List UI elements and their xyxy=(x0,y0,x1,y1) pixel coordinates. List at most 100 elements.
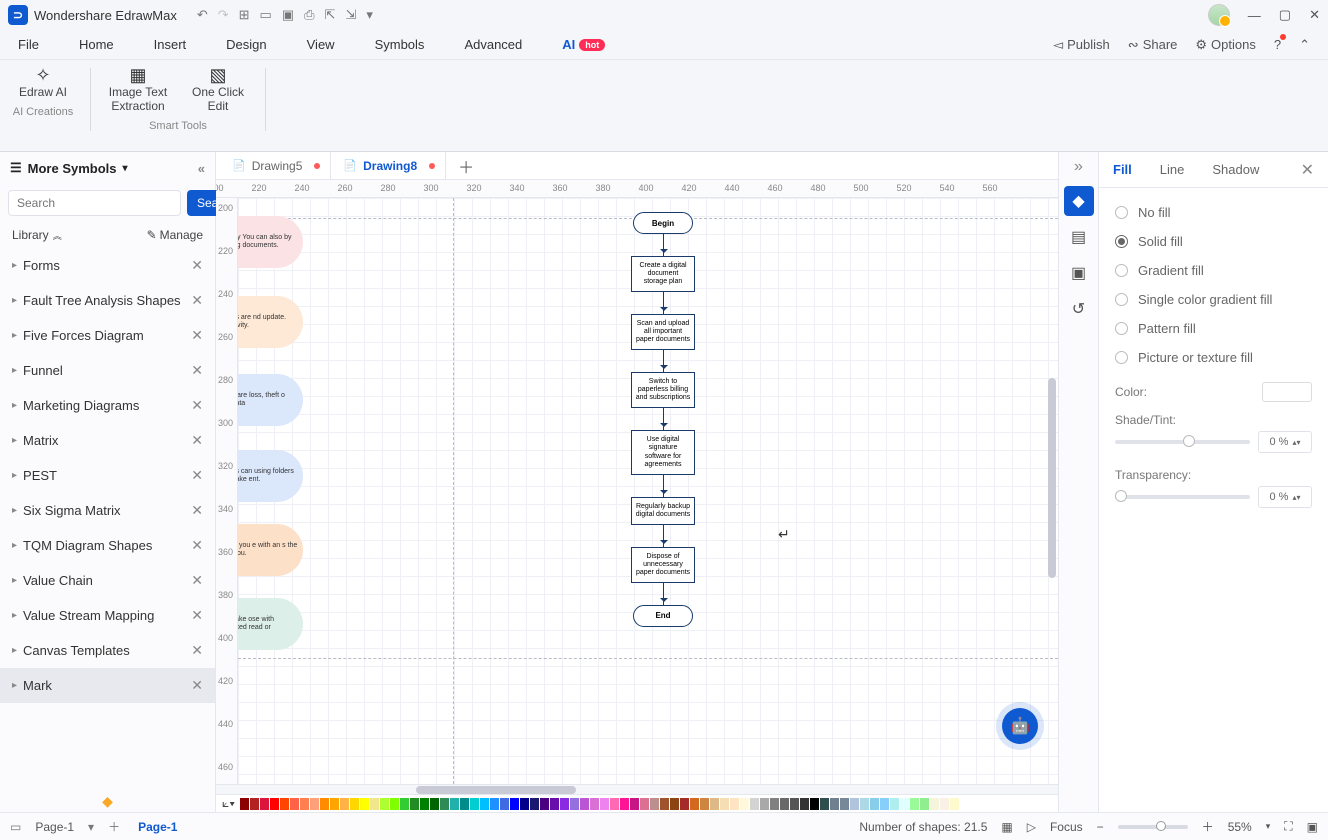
palette-swatch[interactable] xyxy=(680,798,689,810)
menu-insert[interactable]: Insert xyxy=(154,37,187,52)
redo-icon[interactable]: ↷ xyxy=(218,7,229,23)
palette-swatch[interactable] xyxy=(270,798,279,810)
menu-ai[interactable]: AI hot xyxy=(562,37,605,52)
history-panel-button[interactable]: ↺ xyxy=(1064,294,1094,324)
palette-swatch[interactable] xyxy=(820,798,829,810)
palette-swatch[interactable] xyxy=(620,798,629,810)
fullscreen-icon[interactable]: ▣ xyxy=(1307,820,1318,834)
radio-pattern-fill[interactable]: Pattern fill xyxy=(1115,314,1312,343)
palette-swatch[interactable] xyxy=(480,798,489,810)
play-icon[interactable]: ▷ xyxy=(1027,820,1036,834)
publish-button[interactable]: ◅Publish xyxy=(1053,37,1110,53)
remove-category-icon[interactable]: ✕ xyxy=(191,677,203,694)
palette-swatch[interactable] xyxy=(720,798,729,810)
flow-step[interactable]: Dispose of unnecessary paper documents xyxy=(631,547,695,583)
maximize-icon[interactable]: ▢ xyxy=(1279,7,1291,23)
tab-shadow[interactable]: Shadow xyxy=(1212,162,1259,177)
fill-bucket-icon[interactable]: ⟀▾ xyxy=(222,796,235,811)
save-icon[interactable]: ▣ xyxy=(282,7,294,23)
minimize-icon[interactable]: — xyxy=(1248,8,1261,23)
remove-category-icon[interactable]: ✕ xyxy=(191,327,203,344)
palette-swatch[interactable] xyxy=(660,798,669,810)
partial-shape[interactable]: ments are loss, theft o your data xyxy=(238,374,303,426)
category-item[interactable]: ▸PEST✕ xyxy=(0,458,215,493)
zoom-slider[interactable] xyxy=(1118,825,1188,829)
palette-swatch[interactable] xyxy=(520,798,529,810)
menu-file[interactable]: File xyxy=(18,37,39,52)
palette-swatch[interactable] xyxy=(550,798,559,810)
remove-category-icon[interactable]: ✕ xyxy=(191,572,203,589)
zoom-value[interactable]: 55% xyxy=(1228,820,1252,834)
page-list-icon[interactable]: ▭ xyxy=(10,820,21,834)
palette-swatch[interactable] xyxy=(450,798,459,810)
remove-category-icon[interactable]: ✕ xyxy=(191,362,203,379)
category-item[interactable]: ▸TQM Diagram Shapes✕ xyxy=(0,528,215,563)
shade-slider[interactable] xyxy=(1115,440,1250,444)
one-click-edit-button[interactable]: ▧ One Click Edit xyxy=(183,64,253,114)
palette-swatch[interactable] xyxy=(350,798,359,810)
add-tab-button[interactable]: ＋ xyxy=(448,154,484,178)
palette-swatch[interactable] xyxy=(470,798,479,810)
palette-swatch[interactable] xyxy=(280,798,289,810)
palette-swatch[interactable] xyxy=(570,798,579,810)
partial-shape[interactable]: uments are nd update. roductivity. xyxy=(238,296,303,348)
category-item[interactable]: ▸Value Chain✕ xyxy=(0,563,215,598)
palette-swatch[interactable] xyxy=(840,798,849,810)
page-panel-button[interactable]: ▤ xyxy=(1064,222,1094,252)
palette-swatch[interactable] xyxy=(940,798,949,810)
share-button[interactable]: ∾Share xyxy=(1128,37,1178,53)
category-item[interactable]: ▸Six Sigma Matrix✕ xyxy=(0,493,215,528)
palette-swatch[interactable] xyxy=(250,798,259,810)
menu-home[interactable]: Home xyxy=(79,37,114,52)
remove-category-icon[interactable]: ✕ xyxy=(191,502,203,519)
palette-swatch[interactable] xyxy=(730,798,739,810)
tab-drawing5[interactable]: 📄Drawing5 xyxy=(222,152,331,179)
chevron-up-icon[interactable]: ︽ xyxy=(53,229,62,242)
category-item[interactable]: ▸Funnel✕ xyxy=(0,353,215,388)
category-item[interactable]: ▸Forms✕ xyxy=(0,248,215,283)
remove-category-icon[interactable]: ✕ xyxy=(191,537,203,554)
tab-drawing8[interactable]: 📄Drawing8 xyxy=(333,152,446,179)
new-icon[interactable]: ⊞ xyxy=(239,7,250,23)
palette-swatch[interactable] xyxy=(600,798,609,810)
page-dropdown-icon[interactable]: ▾ xyxy=(88,820,94,834)
image-text-extraction-button[interactable]: ▦ Image Text Extraction xyxy=(103,64,173,114)
qat-more-icon[interactable]: ▾ xyxy=(366,7,373,23)
close-icon[interactable]: ✕ xyxy=(1309,7,1320,23)
category-item[interactable]: ▸Fault Tree Analysis Shapes✕ xyxy=(0,283,215,318)
palette-swatch[interactable] xyxy=(930,798,939,810)
palette-swatch[interactable] xyxy=(240,798,249,810)
zoom-in-icon[interactable]: ＋ xyxy=(1202,818,1214,835)
active-page[interactable]: Page-1 xyxy=(138,820,177,834)
palette-swatch[interactable] xyxy=(780,798,789,810)
palette-swatch[interactable] xyxy=(870,798,879,810)
add-page-icon[interactable]: ＋ xyxy=(108,818,120,835)
palette-swatch[interactable] xyxy=(500,798,509,810)
radio-no-fill[interactable]: No fill xyxy=(1115,198,1312,227)
palette-swatch[interactable] xyxy=(790,798,799,810)
palette-swatch[interactable] xyxy=(410,798,419,810)
style-panel-button[interactable]: ◆ xyxy=(1064,186,1094,216)
menu-symbols[interactable]: Symbols xyxy=(375,37,425,52)
remove-category-icon[interactable]: ✕ xyxy=(191,432,203,449)
zoom-out-icon[interactable]: − xyxy=(1097,820,1104,834)
palette-swatch[interactable] xyxy=(530,798,539,810)
palette-swatch[interactable] xyxy=(860,798,869,810)
palette-swatch[interactable] xyxy=(320,798,329,810)
radio-picture-fill[interactable]: Picture or texture fill xyxy=(1115,343,1312,372)
palette-swatch[interactable] xyxy=(920,798,929,810)
palette-swatch[interactable] xyxy=(420,798,429,810)
flow-begin[interactable]: Begin xyxy=(633,212,693,234)
palette-swatch[interactable] xyxy=(770,798,779,810)
palette-swatch[interactable] xyxy=(710,798,719,810)
partial-shape[interactable]: uments can using folders and make ent. xyxy=(238,450,303,502)
category-item[interactable]: ▸Matrix✕ xyxy=(0,423,215,458)
palette-swatch[interactable] xyxy=(560,798,569,810)
tab-line[interactable]: Line xyxy=(1160,162,1185,177)
category-item[interactable]: ▸Value Stream Mapping✕ xyxy=(0,598,215,633)
palette-swatch[interactable] xyxy=(430,798,439,810)
manage-button[interactable]: ✎Manage xyxy=(147,228,203,242)
tab-fill[interactable]: Fill xyxy=(1113,162,1132,177)
radio-single-gradient[interactable]: Single color gradient fill xyxy=(1115,285,1312,314)
remove-category-icon[interactable]: ✕ xyxy=(191,642,203,659)
